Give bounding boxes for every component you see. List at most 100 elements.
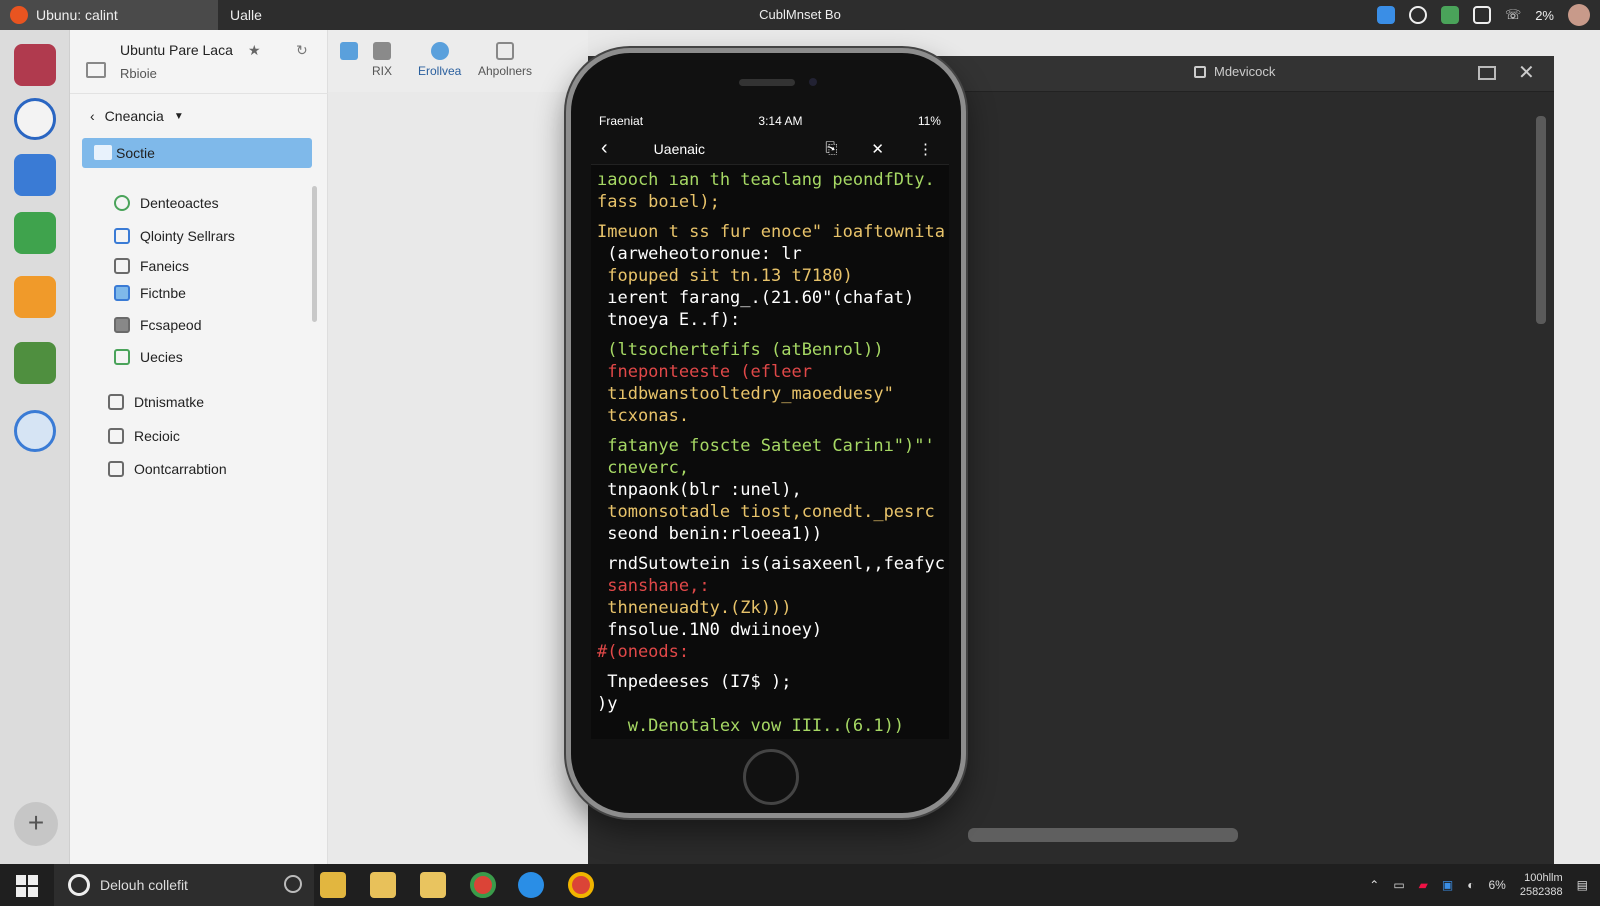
toolbar-button[interactable]: Ahpolners [478, 42, 532, 78]
taskbar: Delouh collefit ⌃ ▭ ▰ ▣ ◐ 6% 100hllm 258… [0, 864, 1600, 906]
code-view[interactable]: ıaooch ıan th teaclang peondfDty. fass bo… [591, 165, 949, 737]
sidebar-item[interactable]: Faneics [114, 255, 189, 277]
horizontal-scrollbar[interactable] [968, 828, 1238, 842]
app-red-icon[interactable] [14, 44, 56, 86]
more-icon[interactable]: ⋮ [918, 140, 933, 158]
back-icon[interactable]: ‹ [601, 137, 608, 160]
breadcrumb-label: Cneancia [104, 108, 164, 124]
cortana-icon [68, 874, 90, 896]
network-icon[interactable]: ▭ [1393, 878, 1404, 892]
network-icon[interactable] [1440, 6, 1459, 24]
sidebar-item[interactable]: Recioic [108, 425, 180, 447]
refresh-icon[interactable]: ↻ [296, 42, 308, 59]
sidebar-item-label: Qlointy Sellrars [140, 228, 235, 244]
star-icon[interactable]: ★ [248, 42, 261, 59]
firefox-icon[interactable] [14, 98, 56, 140]
document-icon[interactable] [14, 154, 56, 196]
list-icon [108, 428, 124, 444]
clock-time: 100hllm [1524, 872, 1563, 884]
close-icon[interactable]: ✕ [871, 140, 884, 158]
windows-start-icon[interactable] [16, 875, 38, 897]
document-icon [114, 228, 130, 244]
top-bar: Ubunu: calint Ualle CublMnset Bo ☏ 2% [0, 0, 1600, 30]
sidebar-item[interactable]: Denteoactes [114, 192, 219, 214]
sidebar-item-selected[interactable]: Soctie [82, 138, 312, 168]
edit-icon [496, 42, 515, 60]
twitter-icon[interactable] [518, 872, 544, 898]
back-chevron-icon[interactable]: ‹ [90, 108, 95, 124]
tab-active-label: Ubunu: calint [36, 7, 118, 23]
sidebar-item[interactable]: Dtnismatke [108, 391, 204, 413]
code-line: rndSutowtein is(aisaxeenl,,feafyc [597, 554, 945, 574]
grid-icon [114, 349, 130, 365]
maximize-icon[interactable] [1478, 66, 1496, 80]
code-line: thneneuadty.(Zk))) [597, 598, 792, 618]
battery-icon[interactable]: ▰ [1419, 878, 1428, 892]
code-line: fopuped sit tn.13 t7180) [597, 266, 853, 286]
toolbar-button[interactable] [340, 42, 358, 64]
window-title: CublMnset Bo [759, 7, 841, 22]
checkbox-icon[interactable] [108, 461, 124, 477]
spreadsheet-icon[interactable] [14, 212, 56, 254]
sidebar-item-label: Soctie [116, 145, 155, 161]
image-icon [373, 42, 391, 60]
user-avatar[interactable] [1568, 4, 1590, 26]
remote-icon[interactable] [14, 410, 56, 452]
timeline-icon[interactable] [284, 875, 302, 893]
toolbar-button[interactable]: RIX [372, 42, 392, 78]
breadcrumb[interactable]: ‹ Cneancia ▼ [90, 108, 184, 124]
vertical-scrollbar[interactable] [1536, 116, 1546, 324]
presentation-icon[interactable] [14, 276, 56, 318]
close-icon[interactable]: ✕ [1518, 60, 1535, 85]
phone-icon[interactable]: ☏ [1505, 7, 1521, 23]
code-line: ıaooch ıan th teaclang peondfDty. [597, 170, 935, 190]
sidebar-scrollbar[interactable] [312, 186, 317, 322]
sidebar-item[interactable]: Fcsapeod [114, 314, 201, 336]
chrome-icon[interactable] [470, 872, 496, 898]
code-line: #(oneods: [597, 642, 690, 662]
tab-second[interactable]: Ualle [218, 0, 262, 30]
code-line: (ltsochertefifs (atBenrol)) [597, 340, 884, 360]
taskbar-search[interactable]: Delouh collefit [54, 864, 314, 906]
file-manager-subtitle: Rbioie [120, 66, 157, 81]
code-line: tnoeya E..f): [597, 310, 741, 330]
shield-icon [114, 195, 130, 211]
clock-icon[interactable] [1408, 6, 1427, 24]
settings-icon[interactable] [14, 342, 56, 384]
folder-icon [94, 145, 112, 160]
home-button[interactable] [743, 749, 799, 805]
screen-title: Uaenaic [653, 140, 706, 157]
toolbar-button[interactable]: Erollvea [418, 42, 461, 78]
sidebar-item[interactable]: Uecies [114, 346, 183, 368]
lock-caption[interactable]: Mdevicock [1194, 64, 1275, 79]
folder-icon[interactable] [370, 872, 396, 898]
taskbar-clock[interactable]: 100hllm 2582388 [1520, 871, 1563, 899]
sidebar-item-label: Uecies [140, 349, 183, 365]
chrome-icon[interactable] [568, 872, 594, 898]
code-line: ıerent farang_.(21.60"(chafat) [597, 288, 915, 308]
grid-view-icon[interactable] [86, 62, 106, 78]
search-placeholder: Delouh collefit [100, 877, 188, 893]
volume-icon[interactable]: ◐ [1467, 878, 1474, 892]
sidebar-item[interactable]: Fictnbe [114, 282, 186, 304]
camera-icon[interactable] [1472, 6, 1491, 24]
image-icon [114, 285, 130, 301]
notification-icon[interactable]: ▤ [1577, 878, 1588, 892]
file-explorer-icon[interactable] [320, 872, 346, 898]
folder-icon[interactable] [420, 872, 446, 898]
chevron-down-icon[interactable]: ▼ [174, 111, 184, 122]
add-app-button[interactable]: + [14, 802, 58, 846]
share-icon[interactable]: ⎘ [825, 140, 837, 158]
battery-label: 2% [1535, 7, 1554, 23]
display-icon[interactable]: ▣ [1442, 878, 1453, 892]
chevron-up-icon[interactable]: ⌃ [1369, 878, 1379, 892]
sidebar-item[interactable]: Oontcarrabtion [108, 458, 227, 480]
sidebar-item[interactable]: Qlointy Sellrars [114, 225, 235, 247]
file-manager-title: Ubuntu Pare Laca [120, 42, 233, 58]
code-line: w.Denotalex vow III..(6.1)) [597, 716, 905, 736]
ubuntu-icon [10, 6, 28, 24]
tab-active[interactable]: Ubunu: calint [0, 0, 218, 30]
update-icon[interactable] [1376, 6, 1395, 24]
